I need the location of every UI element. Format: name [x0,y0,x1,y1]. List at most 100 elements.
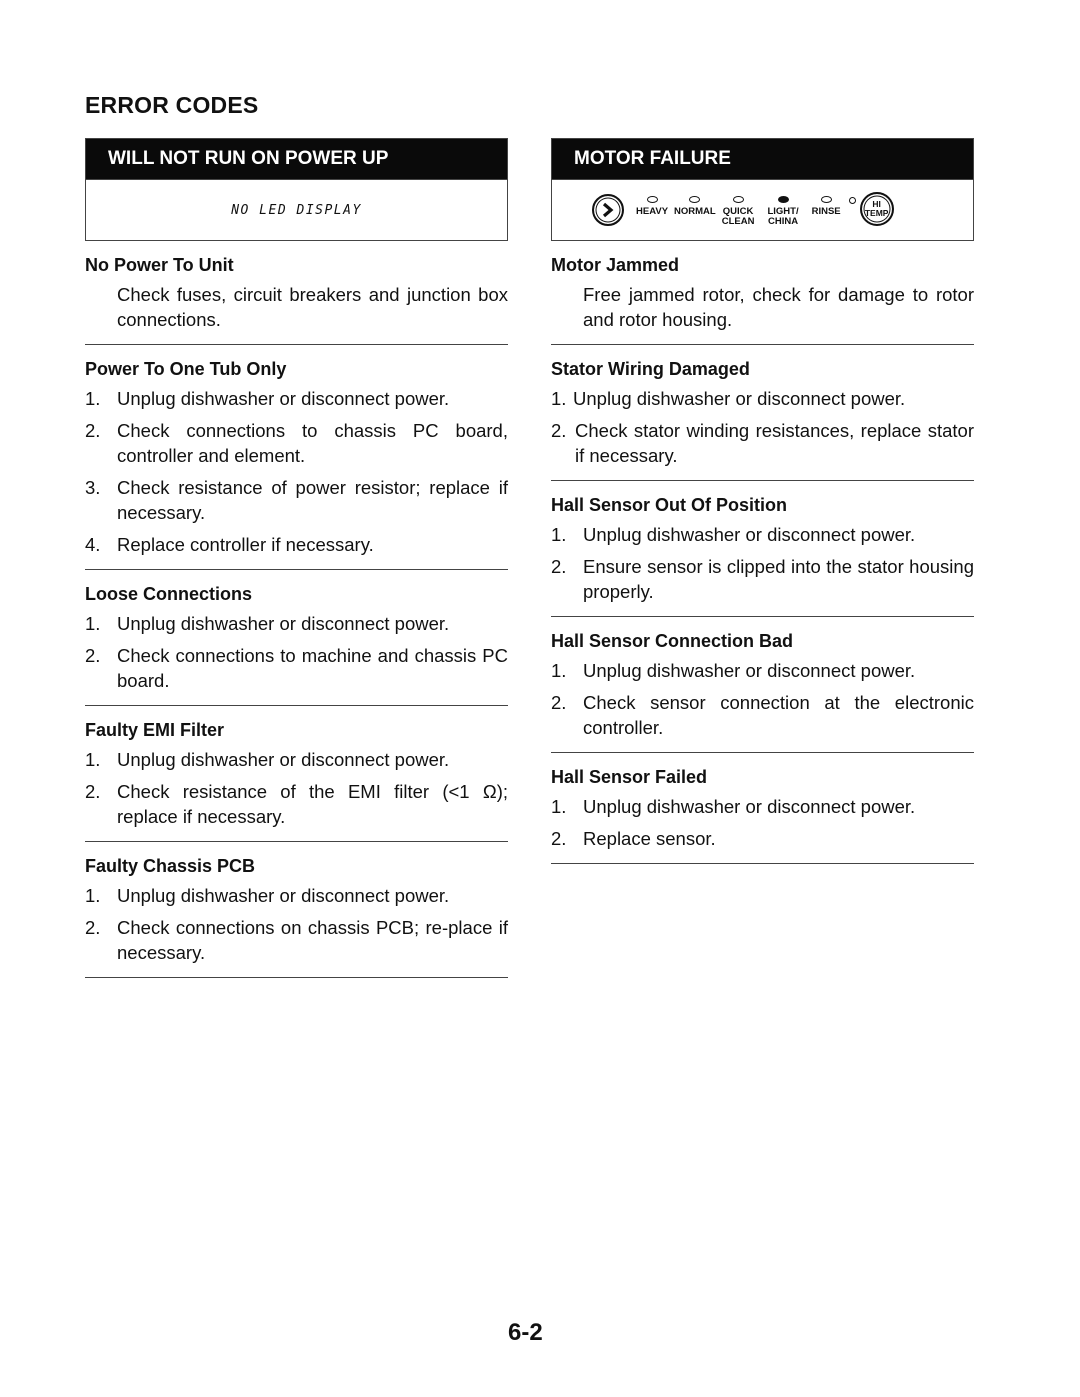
list-item: 3. Check resistance of power resistor; re… [85,475,508,525]
item-number: 3. [85,477,101,498]
control-panel-diagram: HEAVY NORMAL QUICK CLEAN LIGHT/ CHINA RI… [552,179,973,240]
item-number: 1. [85,613,101,634]
hi-temp-line2: TEMP [864,208,889,218]
item-text: Unplug dishwasher or disconnect power. [117,388,450,409]
item-number: 2. [551,828,567,849]
section-no-power-to-unit: No Power To Unit Check fuses, circuit br… [85,241,508,345]
item-text: Check connections to chassis PC board, c… [117,420,508,466]
item-text: Ensure sensor is clipped into the stator… [583,556,974,602]
item-number: 4. [85,534,101,555]
control-row: HEAVY NORMAL QUICK CLEAN LIGHT/ CHINA RI… [592,192,894,232]
item-number: 1. [85,885,101,906]
section-title: Hall Sensor Failed [551,767,708,787]
item-text: Replace sensor. [583,828,716,849]
start-button [592,194,624,226]
section-loose-connections: Loose Connections 1. Unplug dishwasher or… [85,570,508,706]
cycle-label-line2: CLEAN [721,216,755,227]
cycle-label-line2: CHINA [767,216,799,227]
section-title: Stator Wiring Damaged [551,359,750,379]
list-item: 1. Unplug dishwasher or disconnect power. [85,747,508,772]
item-text: Unplug dishwasher or disconnect power. [117,885,450,906]
cycle-heavy: HEAVY [636,192,668,217]
item-number: 2. [85,917,101,938]
item-number: 2. [551,556,567,577]
led-display-box: NO LED DISPLAY [86,179,507,240]
list-item: 1. Unplug dishwasher or disconnect power. [551,794,974,819]
list-item: 1. Unplug dishwasher or disconnect power. [551,658,974,683]
led-indicator [646,196,658,203]
list-item: 1. Unplug dishwasher or disconnect power. [551,522,974,547]
panel-header: WILL NOT RUN ON POWER UP [86,139,507,179]
item-text: Replace controller if necessary. [117,534,374,555]
cycle-normal: NORMAL [674,192,716,217]
list-item: 1. Unplug dishwasher or disconnect power. [551,386,974,411]
right-column: MOTOR FAILURE HEAVY NORMAL QUICK CLEAN L… [551,138,974,864]
list-item: 1. Unplug dishwasher or disconnect power. [85,883,508,908]
list-item: 2. Check sensor connection at the electro… [551,690,974,740]
cycle-light-china: LIGHT/ CHINA [767,192,799,227]
list-item: 2. Check resistance of the EMI filter (<1… [85,779,508,829]
hi-temp-led [848,197,856,204]
section-title: No Power To Unit [85,255,234,275]
item-number: 1. [551,660,567,681]
list-item: 2. Check connections on chassis PCB; re-p… [85,915,508,965]
item-text: Unplug dishwasher or disconnect power. [583,660,916,681]
section-title: Motor Jammed [551,255,680,275]
section-title: Hall Sensor Out Of Position [551,495,788,515]
left-column: WILL NOT RUN ON POWER UP NO LED DISPLAY … [85,138,508,978]
list-item: 2. Check connections to machine and chass… [85,643,508,693]
led-indicator [820,196,832,203]
item-text: Check connections on chassis PCB; re-pla… [117,917,508,963]
list-item: 1. Unplug dishwasher or disconnect power. [85,611,508,636]
section-hall-sensor-failed: Hall Sensor Failed 1. Unplug dishwasher o… [551,753,974,864]
section-motor-jammed: Motor Jammed Free jammed rotor, check fo… [551,241,974,345]
item-number: 2. [85,781,101,802]
list-item: 2. Check stator winding resistances, repl… [551,418,974,468]
item-number: 1. [85,749,101,770]
hi-temp-button: HI TEMP [859,192,894,226]
section-paragraph: Check fuses, circuit breakers and juncti… [117,284,508,330]
panel-header: MOTOR FAILURE [552,139,973,179]
section-power-to-one-tub: Power To One Tub Only 1. Unplug dishwashe… [85,345,508,570]
item-text: Unplug dishwasher or disconnect power. [117,749,450,770]
item-text: Check stator winding resistances, replac… [575,420,974,466]
led-indicator-lit [777,196,789,203]
item-number: 1. [85,388,101,409]
item-number: 1. [551,388,567,409]
item-number: 2. [85,420,101,441]
section-paragraph: Free jammed rotor, check for damage to r… [583,284,974,330]
item-text: Check resistance of the EMI filter (<1 Ω… [117,781,508,827]
item-number: 2. [85,645,101,666]
section-title: Faulty EMI Filter [85,720,225,740]
item-text: Unplug dishwasher or disconnect power. [117,613,450,634]
item-text: Check sensor connection at the electroni… [583,692,974,738]
item-text: Check connections to machine and chassis… [117,645,508,691]
item-number: 2. [551,420,567,441]
list-item: 2. Check connections to chassis PC board,… [85,418,508,468]
section-title: Loose Connections [85,584,253,604]
section-hall-sensor-connection-bad: Hall Sensor Connection Bad 1. Unplug dish… [551,617,974,753]
section-title: Power To One Tub Only [85,359,287,379]
section-faulty-emi-filter: Faulty EMI Filter 1. Unplug dishwasher or… [85,706,508,842]
item-text: Unplug dishwasher or disconnect power. [583,796,916,817]
list-item: 4. Replace controller if necessary. [85,532,508,557]
page-title: ERROR CODES [85,92,259,118]
section-stator-wiring-damaged: Stator Wiring Damaged 1. Unplug dishwashe… [551,345,974,481]
item-number: 1. [551,796,567,817]
item-text: Unplug dishwasher or disconnect power. [583,524,916,545]
led-display-text: NO LED DISPLAY [231,202,362,219]
list-item: 1. Unplug dishwasher or disconnect power. [85,386,508,411]
item-number: 2. [551,692,567,713]
cycle-rinse: RINSE [812,192,841,217]
cycle-label: NORMAL [674,206,716,217]
cycle-quick-clean: QUICK CLEAN [721,192,755,227]
list-item: 2. Ensure sensor is clipped into the stat… [551,554,974,604]
led-indicator [732,196,744,203]
item-text: Unplug dishwasher or disconnect power. [573,388,906,409]
list-item: 2. Replace sensor. [551,826,974,851]
chevron-right-icon [602,202,614,218]
section-faulty-chassis-pcb: Faulty Chassis PCB 1. Unplug dishwasher o… [85,842,508,978]
cycle-label: HEAVY [636,206,669,217]
section-hall-sensor-out-of-position: Hall Sensor Out Of Position 1. Unplug dis… [551,481,974,617]
page-number: 6-2 [508,1319,543,1346]
